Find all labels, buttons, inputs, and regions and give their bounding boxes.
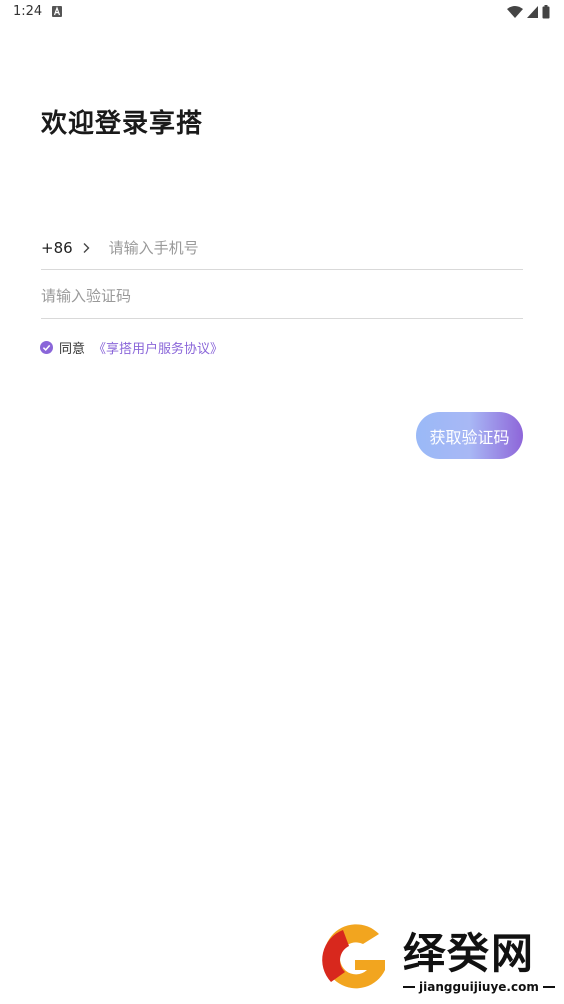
divider (403, 986, 415, 988)
country-code-selector[interactable]: +86 (41, 239, 73, 257)
signal-icon (527, 6, 538, 18)
watermark-url-row: jiangguijiuye.com (403, 980, 555, 994)
phone-input[interactable] (108, 238, 469, 257)
status-bar: 1:24 (0, 0, 564, 24)
chevron-right-icon[interactable] (81, 242, 91, 254)
status-icons (507, 5, 550, 19)
status-time: 1:24 (13, 4, 43, 19)
wifi-icon (507, 6, 523, 18)
a-letter-icon (52, 6, 62, 17)
watermark: 绎癸网 jiangguijiuye.com (317, 918, 557, 1000)
agreement-row: 同意 《享搭用户服务协议》 (40, 338, 223, 357)
get-code-button[interactable]: 获取验证码 (416, 412, 523, 459)
page-title: 欢迎登录享搭 (41, 109, 204, 139)
code-row (41, 274, 523, 319)
watermark-name: 绎癸网 (403, 929, 536, 978)
battery-icon (542, 5, 550, 19)
verification-code-input[interactable] (41, 287, 511, 305)
agree-label: 同意 (59, 341, 86, 357)
checkbox-checked-icon[interactable] (40, 340, 53, 354)
agreement-link[interactable]: 《享搭用户服务协议》 (93, 338, 223, 357)
phone-row: +86 (41, 226, 523, 270)
watermark-logo-icon (322, 924, 385, 989)
divider (542, 986, 555, 988)
watermark-url: jiangguijiuye.com (419, 980, 539, 994)
